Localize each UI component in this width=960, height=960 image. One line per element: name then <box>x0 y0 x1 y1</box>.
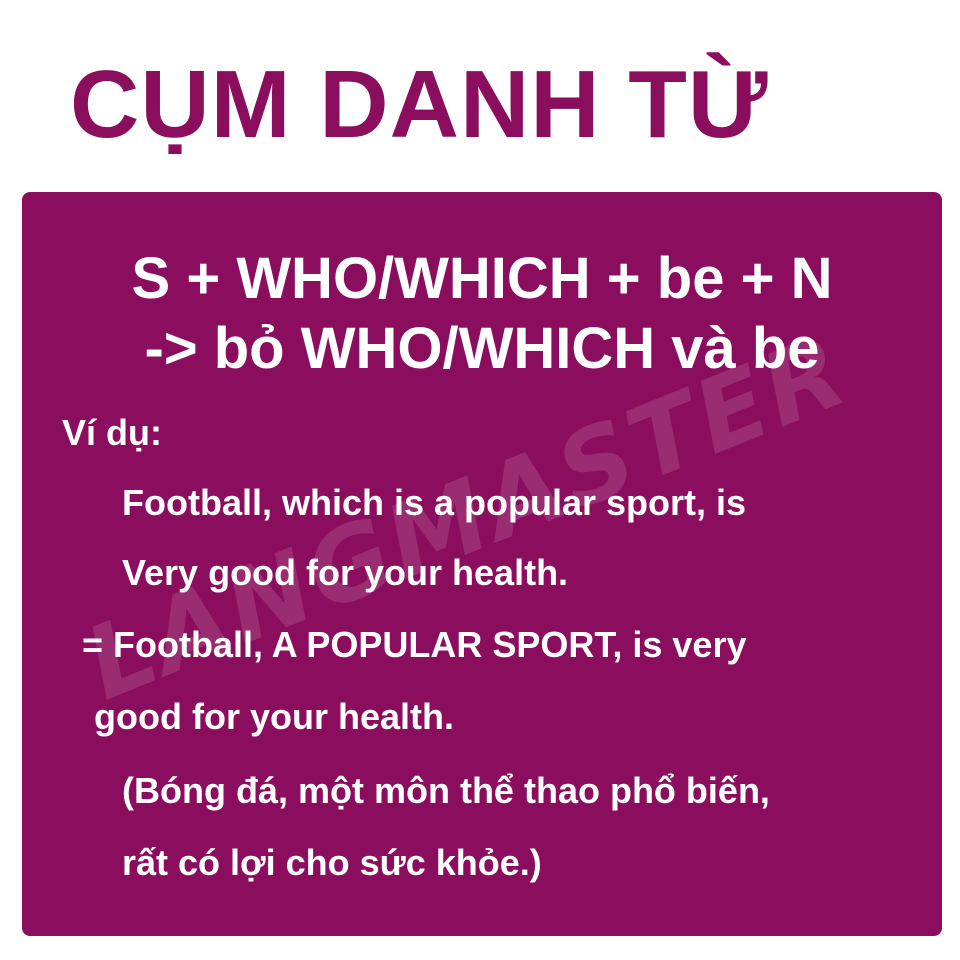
grammar-card: LANGMASTER S + WHO/WHICH + be + N -> bỏ … <box>22 192 942 936</box>
page-title: CỤM DANH TỪ <box>70 51 769 158</box>
formula-line-1: S + WHO/WHICH + be + N <box>131 246 833 311</box>
formula-line-2: -> bỏ WHO/WHICH và be <box>144 316 820 381</box>
example-translation-line-2: rất có lợi cho sức khỏe.) <box>122 842 542 883</box>
example-result-line-1: = Football, A POPULAR SPORT, is very <box>82 624 747 665</box>
example-result-line-2: good for your health. <box>94 696 454 737</box>
example-translation-line-1: (Bóng đá, một môn thể thao phổ biến, <box>122 770 770 811</box>
example-sentence-line-2: Very good for your health. <box>122 552 569 593</box>
example-label: Ví dụ: <box>62 412 162 453</box>
example-sentence-line-1: Football, which is a popular sport, is <box>122 482 747 523</box>
